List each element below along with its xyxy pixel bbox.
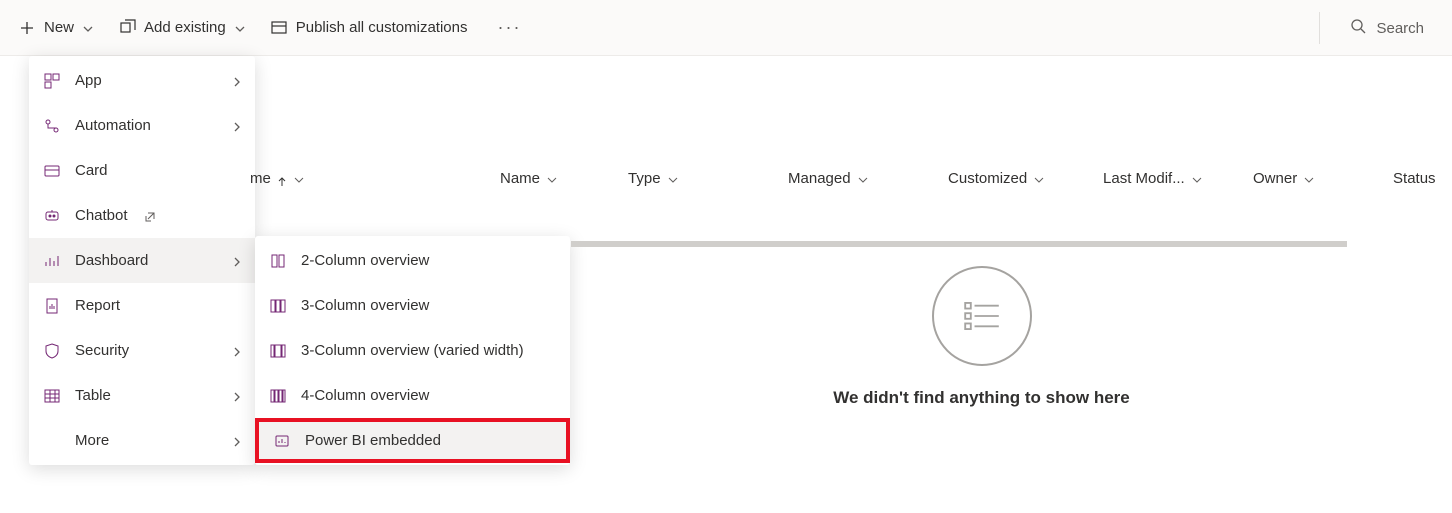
command-bar: New Add existing Publish all customizati… xyxy=(0,0,1452,56)
column-label: Name xyxy=(500,170,540,187)
chevron-down-icon xyxy=(667,173,679,185)
empty-list-icon xyxy=(932,266,1032,366)
column-label: Status xyxy=(1393,170,1436,187)
add-existing-button[interactable]: Add existing xyxy=(118,19,246,37)
submenu-item-label: Power BI embedded xyxy=(305,432,441,449)
table-icon xyxy=(43,387,61,405)
new-button[interactable]: New xyxy=(18,19,94,37)
app-icon xyxy=(43,72,61,90)
menu-item-chatbot[interactable]: Chatbot xyxy=(29,193,255,238)
column-label: Owner xyxy=(1253,170,1297,187)
publish-label: Publish all customizations xyxy=(296,19,468,36)
submenu-item-3col-varied[interactable]: 3-Column overview (varied width) xyxy=(255,328,570,373)
table-header: me Name Type Managed Customized Last Mod… xyxy=(240,170,1422,187)
submenu-item-label: 3-Column overview (varied width) xyxy=(301,342,524,359)
add-existing-label: Add existing xyxy=(144,19,226,36)
column-label: Type xyxy=(628,170,661,187)
chevron-right-icon xyxy=(231,120,243,132)
sort-asc-icon xyxy=(277,174,287,184)
menu-item-report[interactable]: Report xyxy=(29,283,255,328)
report-icon xyxy=(43,297,61,315)
empty-state: We didn't find anything to show here xyxy=(571,266,1392,408)
column-header-name[interactable]: Name xyxy=(500,170,558,187)
plus-icon xyxy=(18,19,36,37)
menu-item-security[interactable]: Security xyxy=(29,328,255,373)
chevron-down-icon xyxy=(1303,173,1315,185)
column-header-owner[interactable]: Owner xyxy=(1253,170,1333,187)
column-label: Managed xyxy=(788,170,851,187)
overflow-button[interactable]: ··· xyxy=(491,17,527,38)
add-existing-icon xyxy=(118,19,136,37)
new-label: New xyxy=(44,19,74,36)
submenu-item-2col[interactable]: 2-Column overview xyxy=(255,238,570,283)
automation-icon xyxy=(43,117,61,135)
chevron-right-icon xyxy=(231,390,243,402)
submenu-item-label: 2-Column overview xyxy=(301,252,429,269)
chevron-right-icon xyxy=(231,255,243,267)
menu-item-table[interactable]: Table xyxy=(29,373,255,418)
chevron-right-icon xyxy=(231,345,243,357)
column-header-status[interactable]: Status xyxy=(1393,170,1452,187)
menu-item-label: Report xyxy=(75,297,120,314)
column-header-lastmodified[interactable]: Last Modif... xyxy=(1103,170,1233,187)
col3-icon xyxy=(269,297,287,315)
column-label: Customized xyxy=(948,170,1027,187)
submenu-item-3col[interactable]: 3-Column overview xyxy=(255,283,570,328)
chevron-down-icon xyxy=(293,173,305,185)
column-header-displayname[interactable]: me xyxy=(250,170,380,187)
column-header-customized[interactable]: Customized xyxy=(948,170,1068,187)
menu-item-label: App xyxy=(75,72,102,89)
new-menu: App Automation Card Chatbot Dashboard xyxy=(29,56,255,465)
dashboard-submenu: 2-Column overview 3-Column overview 3-Co… xyxy=(255,236,570,465)
card-icon xyxy=(43,162,61,180)
shield-icon xyxy=(43,342,61,360)
menu-item-dashboard[interactable]: Dashboard xyxy=(29,238,255,283)
chevron-down-icon xyxy=(1033,173,1045,185)
powerbi-icon xyxy=(273,432,291,450)
column-header-managed[interactable]: Managed xyxy=(788,170,898,187)
submenu-item-4col[interactable]: 4-Column overview xyxy=(255,373,570,418)
publish-button[interactable]: Publish all customizations xyxy=(270,19,468,37)
chatbot-icon xyxy=(43,207,61,225)
menu-item-label: More xyxy=(75,432,109,449)
menu-item-label: Security xyxy=(75,342,129,359)
blank-icon xyxy=(43,432,61,450)
col3v-icon xyxy=(269,342,287,360)
chevron-down-icon xyxy=(546,173,558,185)
menu-item-app[interactable]: App xyxy=(29,58,255,103)
chevron-down-icon xyxy=(1191,173,1203,185)
column-label: Last Modif... xyxy=(1103,170,1185,187)
menu-item-card[interactable]: Card xyxy=(29,148,255,193)
menu-item-label: Automation xyxy=(75,117,151,134)
menu-item-label: Chatbot xyxy=(75,207,128,224)
external-link-icon xyxy=(144,210,156,222)
chevron-right-icon xyxy=(231,435,243,447)
col4-icon xyxy=(269,387,287,405)
submenu-item-powerbi[interactable]: Power BI embedded xyxy=(255,418,570,463)
dashboard-icon xyxy=(43,252,61,270)
empty-message: We didn't find anything to show here xyxy=(833,388,1130,408)
menu-item-automation[interactable]: Automation xyxy=(29,103,255,148)
chevron-down-icon xyxy=(234,22,246,34)
chevron-right-icon xyxy=(231,75,243,87)
chevron-down-icon xyxy=(82,22,94,34)
chevron-down-icon xyxy=(857,173,869,185)
search-placeholder: Search xyxy=(1376,20,1424,37)
loading-bar xyxy=(571,241,1347,247)
column-header-type[interactable]: Type xyxy=(628,170,708,187)
menu-item-label: Table xyxy=(75,387,111,404)
search-icon xyxy=(1350,18,1366,38)
col2-icon xyxy=(269,252,287,270)
menu-item-more[interactable]: More xyxy=(29,418,255,463)
submenu-item-label: 3-Column overview xyxy=(301,297,429,314)
publish-icon xyxy=(270,19,288,37)
submenu-item-label: 4-Column overview xyxy=(301,387,429,404)
search-box[interactable]: Search xyxy=(1319,12,1434,44)
column-label: me xyxy=(250,170,271,187)
menu-item-label: Dashboard xyxy=(75,252,148,269)
menu-item-label: Card xyxy=(75,162,108,179)
